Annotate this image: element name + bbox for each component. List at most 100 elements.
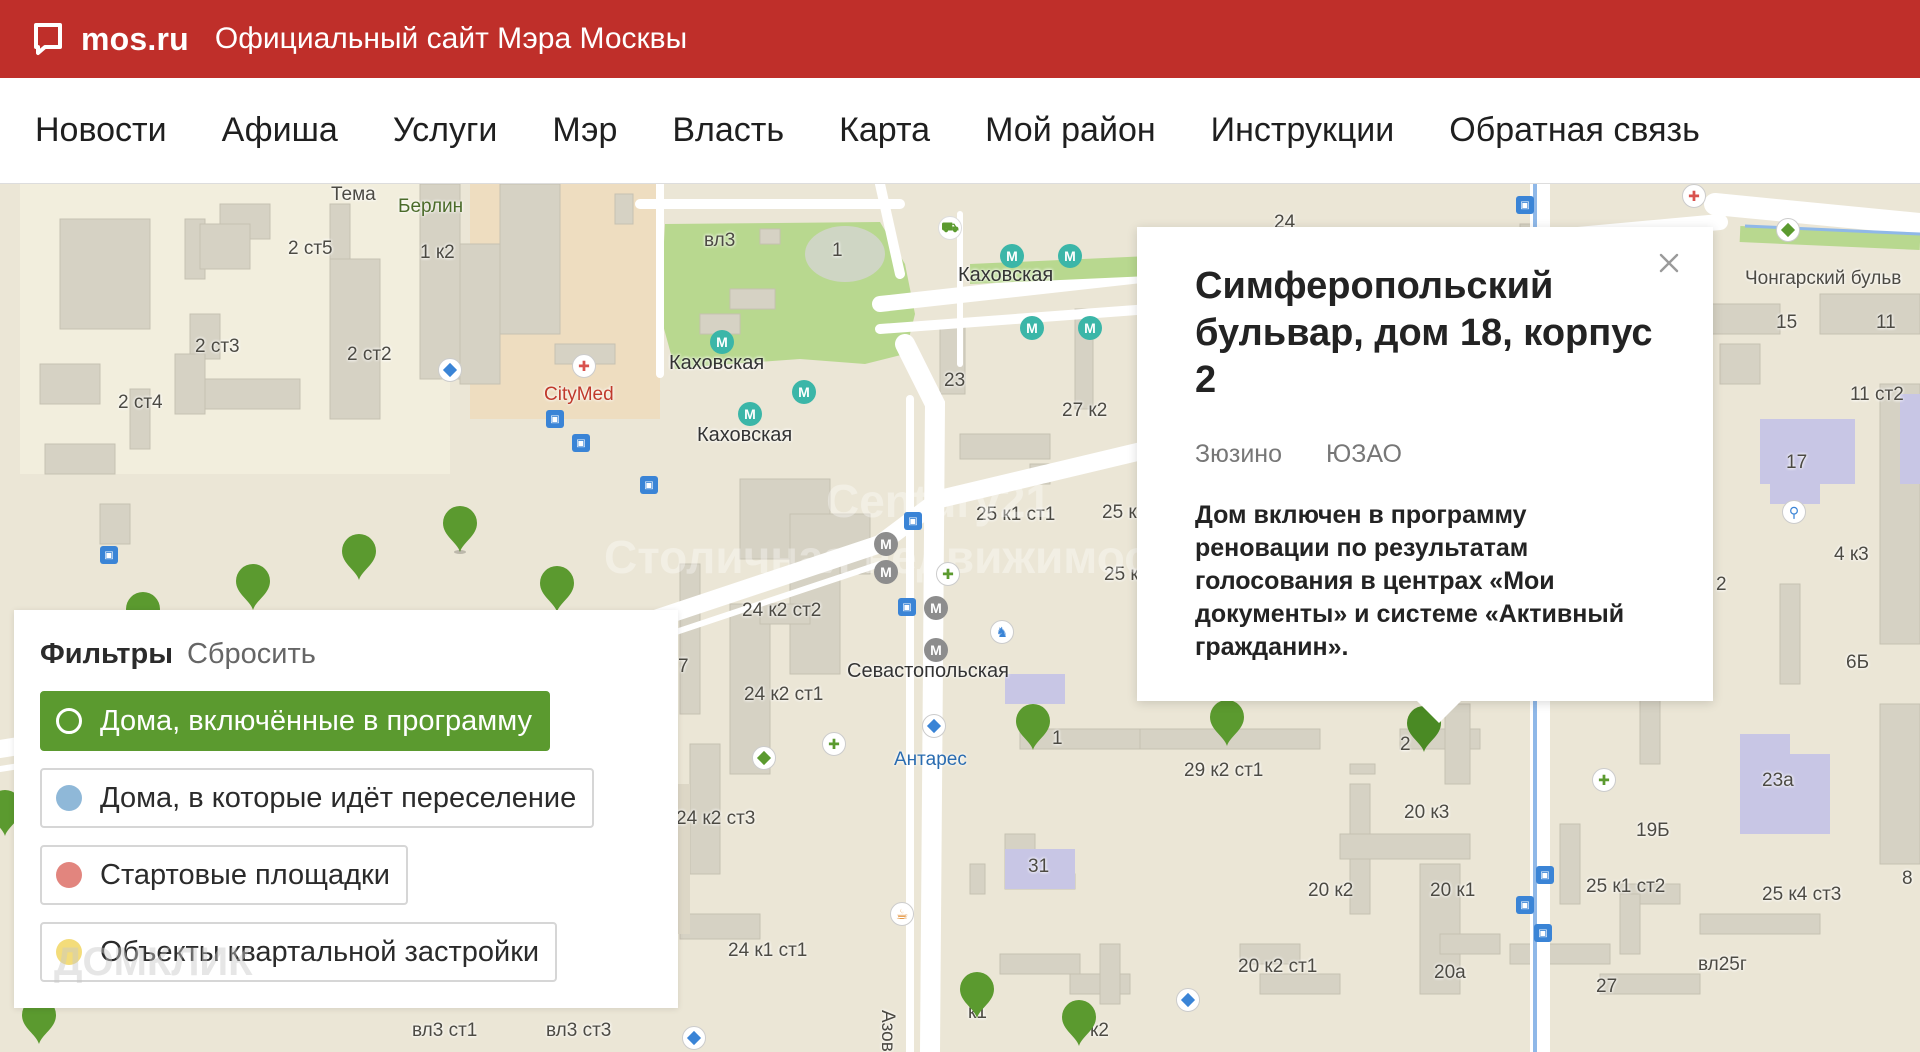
metro-icon[interactable]: M	[792, 380, 816, 404]
pharmacy-icon[interactable]: ✚	[822, 732, 846, 756]
map-pin-program[interactable]	[1014, 702, 1052, 752]
metro-exit-icon[interactable]: M	[924, 596, 948, 620]
metro-icon[interactable]: M	[1078, 316, 1102, 340]
map-label-citymed: CityMed	[544, 384, 614, 405]
metro-exit-icon[interactable]: M	[874, 560, 898, 584]
popup-pointer	[1417, 701, 1461, 723]
bus-stop-icon[interactable]: ▣	[1516, 196, 1534, 214]
metro-icon[interactable]: M	[1020, 316, 1044, 340]
bus-stop-icon[interactable]: ▣	[640, 476, 658, 494]
cafe-icon[interactable]: ☕	[890, 902, 914, 926]
map-label-1k2: 1 к2	[420, 242, 455, 263]
map-label-25k4st3: 25 к4 ст3	[1762, 884, 1842, 905]
map-label-19b: 19Б	[1636, 820, 1670, 841]
bus-stop-icon[interactable]: ▣	[1516, 896, 1534, 914]
map-label-11st2: 11 ст2	[1850, 384, 1904, 405]
map-label-25k: 25 к	[1102, 502, 1137, 523]
metro-exit-icon[interactable]: M	[924, 638, 948, 662]
bus-stop-icon[interactable]: ▣	[898, 598, 916, 616]
map-label-kakhovskaya-top: Каховская	[958, 264, 1054, 286]
nav-my-district[interactable]: Мой район	[985, 111, 1156, 150]
map-label-11: 11	[1876, 312, 1896, 333]
filter-program-houses[interactable]: Дома, включённые в программу	[40, 691, 550, 751]
map-label-8: 8	[1902, 868, 1913, 889]
map-label-20k2: 20 к2	[1308, 880, 1354, 901]
place-icon[interactable]	[682, 1026, 706, 1050]
filter-label: Стартовые площадки	[100, 858, 390, 891]
nav-news[interactable]: Новости	[35, 111, 167, 150]
medical-icon[interactable]: ✚	[1682, 184, 1706, 208]
map-pin-program[interactable]	[1060, 998, 1098, 1048]
filters-panel: Фильтры Сбросить Дома, включённые в прог…	[14, 610, 678, 1008]
map-label-29k2st1: 29 к2 ст1	[1184, 760, 1264, 781]
metro-exit-icon[interactable]: M	[874, 532, 898, 556]
map-pin-program[interactable]	[1208, 698, 1246, 748]
medical-icon[interactable]: ✚	[572, 354, 596, 378]
bus-stop-icon[interactable]: ▣	[100, 546, 118, 564]
map-label-25k-b: 25 к	[1104, 564, 1139, 585]
map-label-azov: Азов	[877, 1010, 898, 1052]
map-label-27: 27	[1596, 976, 1618, 997]
filter-block-development[interactable]: Объекты квартальной застройки	[40, 922, 558, 982]
map-label-vl3st3: вл3 ст3	[546, 1020, 612, 1041]
brand-name[interactable]: mos.ru	[81, 21, 189, 58]
metro-icon[interactable]: M	[1058, 244, 1082, 268]
bus-stop-icon[interactable]: ▣	[904, 512, 922, 530]
map-label-vl25g: вл25г	[1698, 954, 1747, 975]
map-label-tema: Тема	[331, 184, 376, 205]
map-label-15: 15	[1776, 312, 1798, 333]
kids-icon[interactable]: ♞	[990, 620, 1014, 644]
popup-title: Симферопольский бульвар, дом 18, корпус …	[1195, 265, 1653, 401]
bus-stop-icon[interactable]: ▣	[546, 410, 564, 428]
map-label-20k1: 20 к1	[1430, 880, 1476, 901]
map-label-chongarsky: Чонгарский бульв	[1745, 268, 1902, 289]
map-label-sevastopolskaya: Севастопольская	[847, 660, 1009, 682]
map-pin-program[interactable]	[441, 504, 479, 554]
nav-government[interactable]: Власть	[672, 111, 784, 150]
bus-stop-icon[interactable]: ▣	[1534, 924, 1552, 942]
metro-icon[interactable]: M	[710, 330, 734, 354]
pharmacy-icon[interactable]: ✚	[1592, 768, 1616, 792]
nav-map[interactable]: Карта	[839, 111, 930, 150]
filter-label: Дома, включённые в программу	[100, 704, 532, 737]
nav-services[interactable]: Услуги	[393, 111, 498, 150]
bus-stop-icon[interactable]: ▣	[1536, 866, 1554, 884]
map-label-23: 23	[944, 370, 966, 391]
map-label-27k2: 27 к2	[1062, 400, 1108, 421]
nav-afisha[interactable]: Афиша	[222, 111, 338, 150]
pharmacy-icon[interactable]: ✚	[936, 562, 960, 586]
shop-icon[interactable]: ⛟	[938, 216, 962, 240]
nav-mayor[interactable]: Мэр	[552, 111, 617, 150]
metro-icon[interactable]: M	[1000, 244, 1024, 268]
map-pin-program[interactable]	[234, 562, 272, 612]
filter-resettlement-houses[interactable]: Дома, в которые идёт переселение	[40, 768, 595, 828]
bus-stop-icon[interactable]: ▣	[572, 434, 590, 452]
chat-logo-icon[interactable]	[33, 22, 63, 56]
pin-point-icon[interactable]: ⚲	[1782, 500, 1806, 524]
map-canvas[interactable]: Тема Берлин 2 ст5 1 к2 2 ст3 2 ст2 2 ст4…	[0, 184, 1920, 1052]
filter-label: Дома, в которые идёт переселение	[100, 781, 577, 814]
filters-reset-button[interactable]: Сбросить	[187, 638, 316, 671]
map-pin-program[interactable]	[958, 970, 996, 1020]
park-place-icon[interactable]	[752, 746, 776, 770]
place-icon[interactable]	[438, 358, 462, 382]
nav-feedback[interactable]: Обратная связь	[1449, 111, 1700, 150]
map-label-4k3: 4 к3	[1834, 544, 1869, 565]
map-label-vl3st1: вл3 ст1	[412, 1020, 478, 1041]
place-icon[interactable]	[922, 714, 946, 738]
map-label-25k1st2: 25 к1 ст2	[1586, 876, 1666, 897]
map-label-2: 2	[1716, 574, 1727, 595]
place-icon[interactable]	[1176, 988, 1200, 1012]
map-label-antares: Антарес	[894, 749, 967, 770]
close-icon[interactable]	[1655, 249, 1683, 277]
map-label-24k2st2: 24 к2 ст2	[742, 600, 822, 621]
map-pin-program[interactable]	[538, 564, 576, 614]
filter-start-sites[interactable]: Стартовые площадки	[40, 845, 408, 905]
map-label-24k1st1: 24 к1 ст1	[728, 940, 808, 961]
metro-icon[interactable]: M	[738, 402, 762, 426]
nav-instructions[interactable]: Инструкции	[1211, 111, 1395, 150]
park-place-icon[interactable]	[1776, 218, 1800, 242]
map-label-20k2st1: 20 к2 ст1	[1238, 956, 1318, 977]
map-label-31: 31	[1028, 856, 1050, 877]
map-pin-program[interactable]	[340, 532, 378, 582]
